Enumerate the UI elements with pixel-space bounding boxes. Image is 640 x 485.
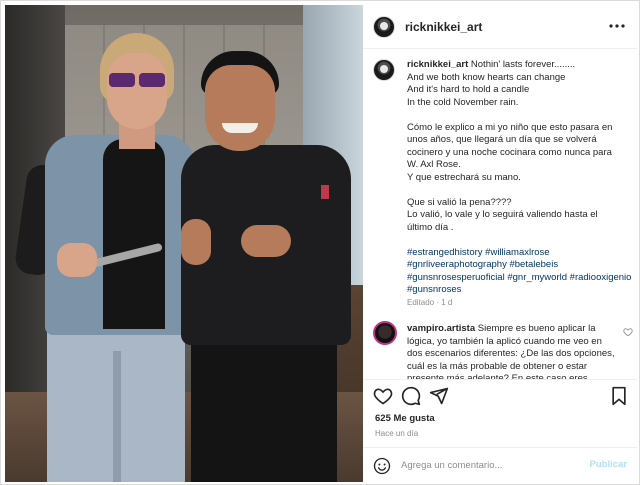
comments-list[interactable]: ricknikkei_art Nothin' lasts forever....… (363, 49, 637, 379)
caption-line: W. Axl Rose. (407, 159, 461, 170)
emoji-icon[interactable] (373, 457, 391, 475)
caption-line: Y que estrechará su mano. (407, 171, 521, 183)
sleeve-flag-patch (321, 185, 329, 199)
hashtag-link[interactable]: #betalebeis (509, 259, 558, 270)
person-right-apron (191, 325, 337, 482)
person-right-face (205, 65, 275, 151)
publish-comment-button[interactable]: Publicar (590, 459, 628, 470)
likes-count[interactable]: 625 Me gusta (375, 413, 435, 424)
post-modal: ricknikkei_art ricknikkei_art Nothin' la… (0, 0, 640, 485)
post-actions (363, 379, 637, 409)
person-left-shirt (103, 139, 165, 329)
caption-line: In the cold November rain. (407, 96, 519, 108)
caption-line: Cómo le explico a mi yo niño que esto pa… (407, 121, 613, 133)
caption-line: And it's hard to hold a candle (407, 84, 530, 95)
post-side-panel: ricknikkei_art ricknikkei_art Nothin' la… (363, 5, 637, 482)
send-icon[interactable] (429, 386, 449, 406)
comment-text: vampiro.artista Siempre es bueno aplicar… (407, 323, 615, 379)
caption-line: Nothin' lasts forever........ (470, 59, 576, 70)
caption-line: cocinero y una noche cocinara como nunca… (407, 146, 612, 158)
post-time[interactable]: Hace un día (375, 429, 418, 438)
caption-text: ricknikkei_art Nothin' lasts forever....… (407, 59, 635, 309)
commenter-username[interactable]: vampiro.artista (407, 323, 475, 334)
person-right-arm (305, 185, 351, 285)
hashtag-link[interactable]: #gunsnrosesperuoficial (407, 272, 505, 283)
caption-line: Lo valió, lo vale y lo seguirá valiendo … (407, 209, 598, 220)
caption-line: último día . (407, 221, 454, 233)
hashtags: #estrangedhistory #williamaxlrose #gnrli… (407, 247, 635, 297)
caption-line: Que si valió la pena???? (407, 196, 512, 208)
person-left-sunglasses (107, 73, 167, 87)
commenter-avatar[interactable] (373, 321, 397, 345)
comment-like-heart-icon[interactable] (623, 327, 633, 337)
person-left-face (107, 53, 167, 129)
thumbs-up-hand (241, 225, 291, 257)
post-photo[interactable] (5, 5, 363, 482)
person-right-smile (222, 123, 258, 133)
caption-line: unos años, que llegará un día que se vol… (407, 134, 597, 145)
hashtag-link[interactable]: #gnr_myworld (507, 272, 567, 283)
author-username[interactable]: ricknikkei_art (405, 20, 482, 34)
caption-avatar[interactable] (373, 59, 395, 81)
hashtag-link[interactable]: #gnrliveeraphotography (407, 259, 507, 270)
hashtag-link[interactable]: #williamaxlrose (485, 247, 549, 258)
comment-composer: Publicar (363, 447, 637, 482)
hashtag-link[interactable]: #estrangedhistory (407, 247, 483, 258)
bookmark-icon[interactable] (609, 386, 629, 406)
hashtag-link[interactable]: #gunsnroses (407, 284, 461, 295)
comment-icon[interactable] (401, 386, 421, 406)
caption-meta: Editado · 1 d (407, 297, 453, 307)
author-avatar[interactable] (373, 16, 395, 38)
hashtag-link[interactable]: #radiooxigenio (570, 272, 632, 283)
caption-username[interactable]: ricknikkei_art (407, 59, 468, 70)
person-left-jeans (47, 331, 185, 482)
more-options-icon[interactable] (607, 16, 627, 36)
comment-input[interactable] (401, 456, 581, 474)
thumbs-up-hand (181, 219, 211, 265)
post-header: ricknikkei_art (363, 5, 637, 49)
person-left-hand (57, 243, 97, 277)
heart-icon[interactable] (373, 386, 393, 406)
caption-line: And we both know hearts can change (407, 71, 566, 83)
